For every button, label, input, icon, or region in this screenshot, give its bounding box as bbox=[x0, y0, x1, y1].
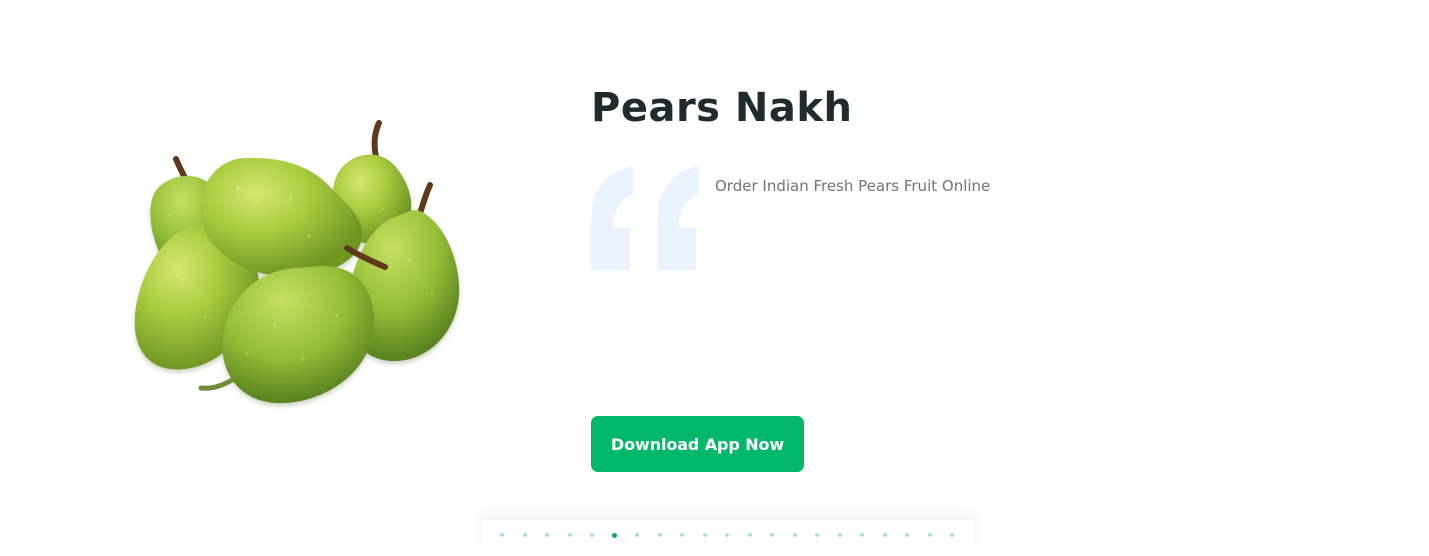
slide-content: Pears Nakh Order Indian Fresh Pears Frui… bbox=[591, 82, 1351, 482]
pagination-dot-16[interactable] bbox=[829, 520, 852, 550]
pagination-dot-6[interactable] bbox=[604, 520, 627, 550]
pagination-dot-13[interactable] bbox=[761, 520, 784, 550]
pagination-dot-7[interactable] bbox=[626, 520, 649, 550]
pagination-dot-4[interactable] bbox=[559, 520, 582, 550]
pagination-dot-14[interactable] bbox=[784, 520, 807, 550]
product-image bbox=[134, 120, 460, 404]
pagination-dot-5[interactable] bbox=[581, 520, 604, 550]
pagination-dot-2[interactable] bbox=[514, 520, 537, 550]
product-title: Pears Nakh bbox=[591, 85, 853, 131]
pagination-dot-20[interactable] bbox=[919, 520, 942, 550]
pagination-dot-17[interactable] bbox=[851, 520, 874, 550]
pear-stem bbox=[198, 376, 237, 391]
pagination-dot-19[interactable] bbox=[896, 520, 919, 550]
product-description: Order Indian Fresh Pears Fruit Online bbox=[715, 177, 991, 195]
pagination-dot-11[interactable] bbox=[716, 520, 739, 550]
product-slide: Pears Nakh Order Indian Fresh Pears Frui… bbox=[0, 0, 1429, 556]
pagination-dot-21[interactable] bbox=[941, 520, 964, 550]
pagination-dot-1[interactable] bbox=[491, 520, 514, 550]
pagination-dot-12[interactable] bbox=[739, 520, 762, 550]
slide-pagination bbox=[481, 520, 974, 550]
pagination-dot-15[interactable] bbox=[806, 520, 829, 550]
pagination-dot-18[interactable] bbox=[874, 520, 897, 550]
pagination-dot-8[interactable] bbox=[649, 520, 672, 550]
quote-open-icon bbox=[591, 166, 699, 270]
pagination-dot-9[interactable] bbox=[671, 520, 694, 550]
pagination-dot-3[interactable] bbox=[536, 520, 559, 550]
download-app-button[interactable]: Download App Now bbox=[591, 416, 804, 472]
pagination-dot-10[interactable] bbox=[694, 520, 717, 550]
